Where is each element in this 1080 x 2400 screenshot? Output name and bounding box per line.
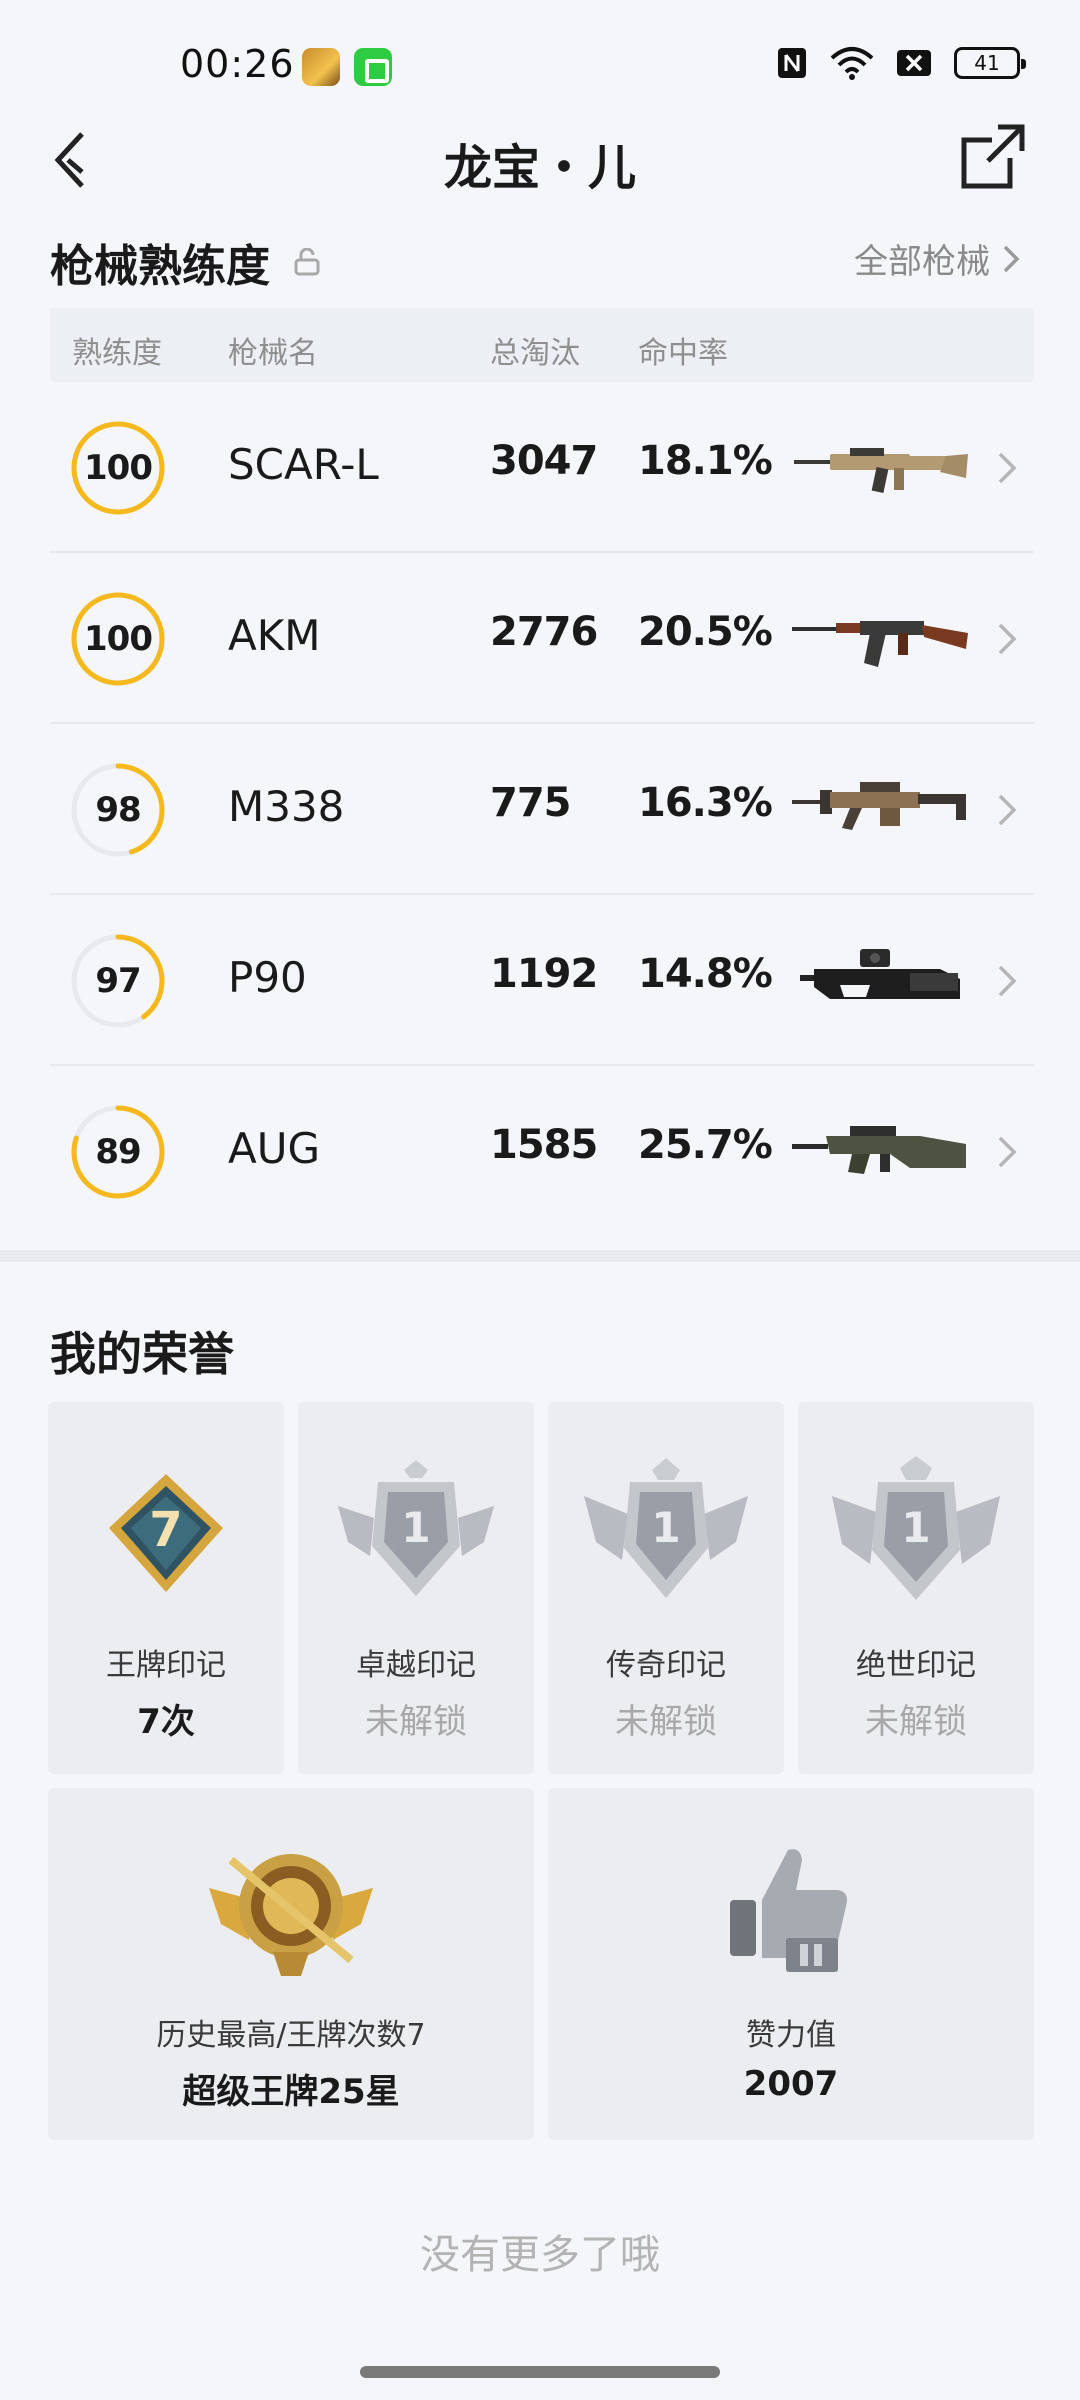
weapon-hit-rate: 16.3% <box>638 780 773 826</box>
table-header: 熟练度 枪械名 总淘汰 命中率 <box>50 308 1034 382</box>
honor-label: 卓越印记 <box>356 1648 476 1683</box>
share-external-icon <box>961 124 1025 189</box>
super-ace-rank-icon <box>209 1854 373 1976</box>
all-weapons-label: 全部枪械 <box>854 242 990 282</box>
section-title-weapons: 枪械熟练度 <box>50 230 320 294</box>
end-of-list-text: 没有更多了哦 <box>420 2232 660 2278</box>
peerless-badge-number: 1 <box>901 1503 930 1552</box>
proficiency-ring: 100 <box>70 420 166 516</box>
honor-label: 绝世印记 <box>856 1648 976 1683</box>
legend-badge-icon: 1 <box>584 1458 748 1598</box>
thumbs-up-icon <box>730 1849 847 1972</box>
proficiency-ring: 100 <box>70 591 166 687</box>
honor-label: 历史最高/王牌次数7 <box>156 2018 426 2053</box>
weapon-kills: 2776 <box>490 609 598 655</box>
status-time: 00:26 <box>180 42 295 86</box>
weapon-kills: 1585 <box>490 1122 598 1168</box>
section-divider <box>0 1250 1080 1262</box>
proficiency-ring: 98 <box>70 762 166 858</box>
lock-icon[interactable] <box>294 248 320 276</box>
scar-l-rifle-icon <box>794 448 968 493</box>
weapon-section-title: 枪械熟练度 <box>50 241 270 292</box>
proficiency-value: 100 <box>84 619 153 659</box>
all-weapons-link[interactable]: 全部枪械 <box>854 234 1020 283</box>
honor-value: 未解锁 <box>615 1702 717 1742</box>
honors-title: 我的荣誉 <box>50 1327 234 1381</box>
honor-value: 2007 <box>743 2064 839 2104</box>
chevron-right-icon <box>998 794 1017 826</box>
page-title: 龙宝・儿 <box>443 140 636 196</box>
weapon-kills: 775 <box>490 780 571 826</box>
legend-badge-number: 1 <box>651 1503 680 1552</box>
honor-card-peerless[interactable]: 1 绝世印记 未解锁 <box>798 1402 1034 1774</box>
weapon-hit-rate: 25.7% <box>638 1122 773 1168</box>
excellence-badge-number: 1 <box>401 1503 430 1552</box>
honor-value: 超级王牌25星 <box>182 2072 400 2112</box>
weapon-kills: 3047 <box>490 438 598 484</box>
proficiency-ring: 97 <box>70 933 166 1029</box>
aug-rifle-icon <box>792 1126 966 1174</box>
weapon-row[interactable]: 98 M338 775 16.3% <box>50 724 1034 895</box>
weapon-name: M338 <box>228 782 345 831</box>
weapon-hit-rate: 20.5% <box>638 609 773 655</box>
battery-indicator: 41 <box>954 47 1026 79</box>
share-button[interactable] <box>958 122 1028 192</box>
akm-rifle-icon <box>792 621 968 667</box>
honor-card-likes[interactable]: 赞力值 2007 <box>548 1788 1034 2140</box>
status-icons: 41 <box>776 46 1026 80</box>
proficiency-value: 98 <box>95 790 141 830</box>
chevron-right-icon <box>998 1136 1017 1168</box>
honor-value: 7次 <box>137 1702 195 1742</box>
weapon-name: SCAR-L <box>228 440 379 489</box>
weapon-hit-rate: 18.1% <box>638 438 773 484</box>
wifi-icon <box>830 46 874 80</box>
green-app-icon <box>354 48 392 86</box>
weapon-row[interactable]: 100 SCAR-L 3047 18.1% <box>50 382 1034 553</box>
excellence-badge-icon: 1 <box>338 1460 494 1596</box>
p90-smg-icon <box>800 949 960 999</box>
honor-value: 未解锁 <box>865 1702 967 1742</box>
top-bar: 龙宝・儿 <box>0 110 1080 210</box>
honor-value: 未解锁 <box>365 1702 467 1742</box>
ace-badge-icon: 7 <box>109 1474 223 1592</box>
weapon-row[interactable]: 97 P90 1192 14.8% <box>50 895 1034 1066</box>
honor-label: 赞力值 <box>746 2018 836 2053</box>
game-app-icon <box>302 48 340 86</box>
weapon-name: AKM <box>228 611 321 660</box>
peerless-badge-icon: 1 <box>832 1456 1000 1600</box>
weapon-proficiency-section: 枪械熟练度 全部枪械 熟练度 枪械名 总淘汰 命中率 100 SCAR-L 30… <box>0 220 1080 1250</box>
chevron-right-icon <box>1003 245 1020 272</box>
honor-card-legend[interactable]: 1 传奇印记 未解锁 <box>548 1402 784 1774</box>
honor-label: 王牌印记 <box>106 1648 226 1683</box>
proficiency-value: 97 <box>95 961 141 1001</box>
chevron-right-icon <box>998 965 1017 997</box>
proficiency-ring: 89 <box>70 1104 166 1200</box>
weapon-kills: 1192 <box>490 951 598 997</box>
honor-card-highest-rank[interactable]: 历史最高/王牌次数7 超级王牌25星 <box>48 1788 534 2140</box>
col-hit-rate: 命中率 <box>638 336 728 371</box>
honor-card-ace[interactable]: 7 王牌印记 7次 <box>48 1402 284 1774</box>
chevron-right-icon <box>998 452 1017 484</box>
proficiency-value: 89 <box>95 1132 141 1172</box>
chevron-right-icon <box>998 623 1017 655</box>
honor-card-excellence[interactable]: 1 卓越印记 未解锁 <box>298 1402 534 1774</box>
weapon-name: P90 <box>228 953 307 1002</box>
col-weapon-name: 枪械名 <box>228 336 318 371</box>
weapon-row[interactable]: 89 AUG 1585 25.7% <box>50 1066 1034 1237</box>
ace-badge-number: 7 <box>149 1502 182 1558</box>
col-proficiency: 熟练度 <box>72 336 162 371</box>
m338-machine-gun-icon <box>792 782 966 830</box>
weapon-row[interactable]: 100 AKM 2776 20.5% <box>50 553 1034 724</box>
weapon-list: 100 SCAR-L 3047 18.1% 100 AKM 2776 20.5%… <box>50 382 1034 1237</box>
weapon-name: AUG <box>228 1124 321 1173</box>
nfc-icon <box>776 46 808 80</box>
home-indicator[interactable] <box>360 2366 720 2378</box>
col-total-kills: 总淘汰 <box>490 336 580 371</box>
honor-label: 传奇印记 <box>606 1648 726 1683</box>
proficiency-value: 100 <box>84 448 153 488</box>
weapon-hit-rate: 14.8% <box>638 951 773 997</box>
sim-blocked-icon <box>896 49 932 77</box>
